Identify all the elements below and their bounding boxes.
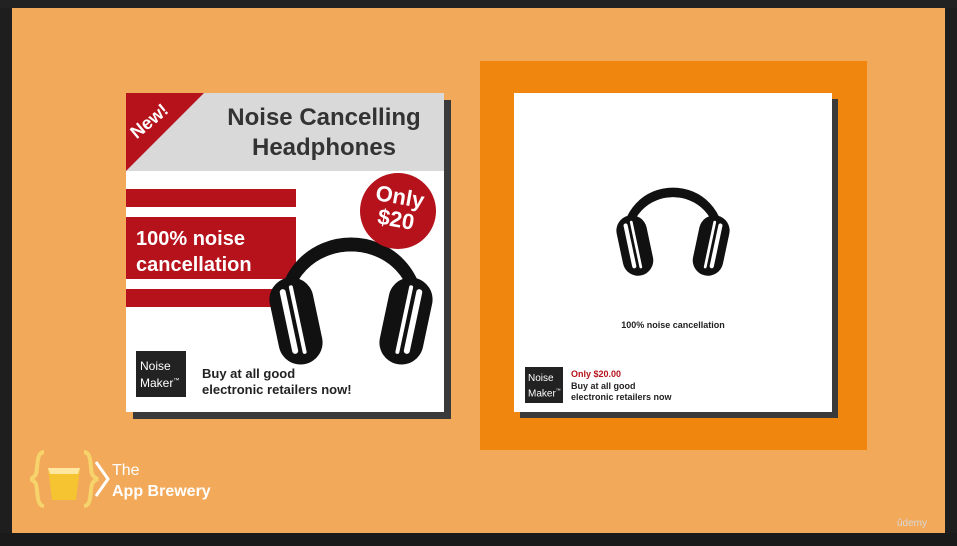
ad-busy-feature: 100% noise cancellation	[136, 226, 252, 278]
ad-busy-feature-line2: cancellation	[136, 254, 252, 276]
ad-busy-cta: Buy at all good electronic retailers now…	[202, 366, 352, 398]
slide: New! Noise Cancelling Headphones 100% no…	[12, 8, 945, 533]
ad-busy-cta-line2: electronic retailers now!	[202, 382, 352, 397]
bottom-bar	[0, 533, 957, 546]
logo-line2: Maker™	[528, 388, 561, 400]
ad-clean-feature: 100% noise cancellation	[621, 320, 725, 330]
udemy-watermark: ûdemy	[896, 518, 927, 529]
ad-clean-cta: Buy at all good electronic retailers now	[571, 381, 672, 403]
logo-line2: Maker™	[140, 376, 180, 390]
ad-clean-price: Only $20.00	[571, 369, 622, 379]
brand-name: The App Brewery	[112, 460, 211, 502]
brand-line1: The	[112, 462, 140, 479]
top-bar	[0, 0, 957, 8]
price-badge: Only $20	[360, 173, 436, 249]
headphones-icon	[616, 187, 730, 276]
ad-busy-title-line2: Headphones	[251, 134, 397, 161]
logo-line1: Noise	[140, 359, 171, 373]
ad-clean: 100% noise cancellation Noise Maker™ Onl…	[514, 93, 832, 412]
ad-clean-cta-line2: electronic retailers now	[571, 392, 672, 402]
logo-line1: Noise	[528, 373, 554, 384]
ad-busy-cta-line1: Buy at all good	[202, 366, 296, 381]
price-text: Only $20	[357, 179, 440, 237]
ad-busy-title-line1: Noise Cancelling	[227, 104, 421, 131]
ad-busy: New! Noise Cancelling Headphones 100% no…	[126, 93, 444, 412]
noise-maker-logo: Noise Maker™	[136, 351, 186, 397]
ad-busy-feature-line1: 100% noise	[136, 228, 245, 250]
ad-busy-title: Noise Cancelling Headphones	[204, 103, 444, 163]
noise-maker-logo: Noise Maker™	[525, 367, 563, 403]
braces-cup-icon	[30, 450, 110, 508]
ad-clean-cta-line1: Buy at all good	[571, 381, 636, 391]
brand-line2: App Brewery	[112, 483, 211, 500]
